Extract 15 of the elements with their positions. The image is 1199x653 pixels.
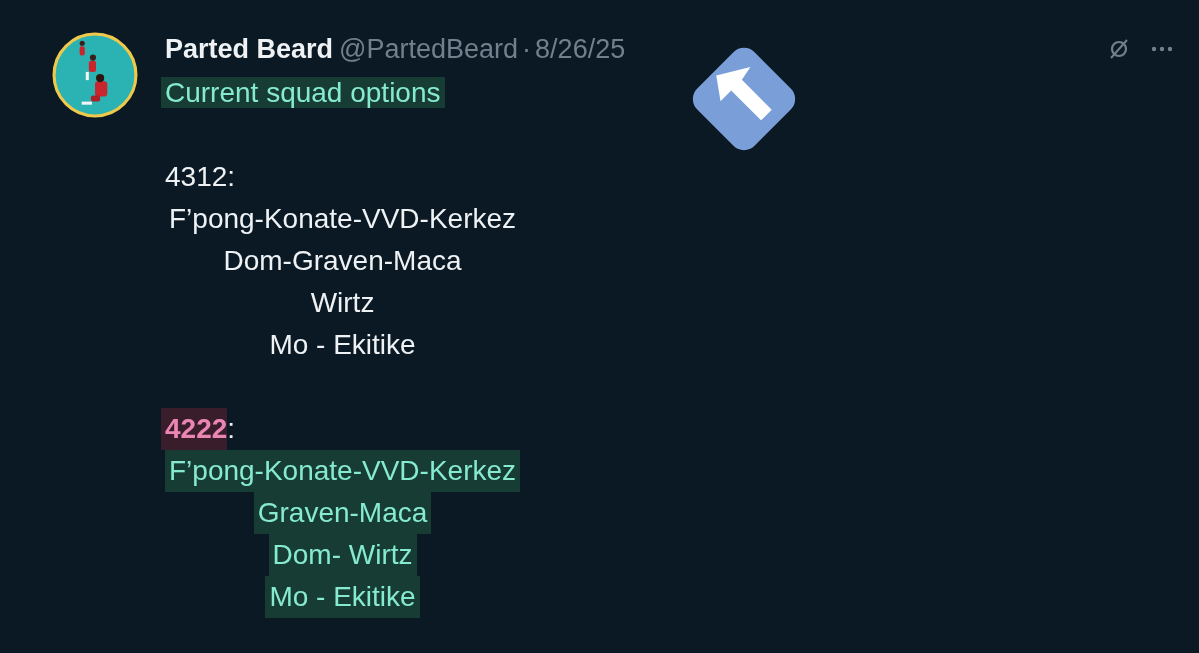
formation-heading: 4222	[161, 408, 228, 450]
circle-slash-icon[interactable]	[1107, 37, 1131, 61]
separator: ·	[522, 33, 532, 65]
author-handle[interactable]: @PartedBeard	[339, 33, 519, 65]
formation-heading: 4312	[164, 160, 228, 194]
formation-heading: :	[227, 160, 236, 194]
more-icon[interactable]	[1151, 46, 1173, 52]
lineup-line: Wirtz	[309, 286, 376, 320]
formation-heading: :	[227, 412, 236, 446]
lineup-line: Mo - Ekitike	[268, 328, 417, 362]
lineup-line: F’pong-Konate-VVD-Kerkez	[168, 202, 518, 236]
lineup-line: Dom-Graven-Maca	[222, 244, 463, 278]
author-name[interactable]: Parted Beard	[165, 33, 334, 65]
post-date[interactable]: 8/26/25	[535, 33, 626, 65]
post-text: Current squad options	[161, 77, 445, 108]
